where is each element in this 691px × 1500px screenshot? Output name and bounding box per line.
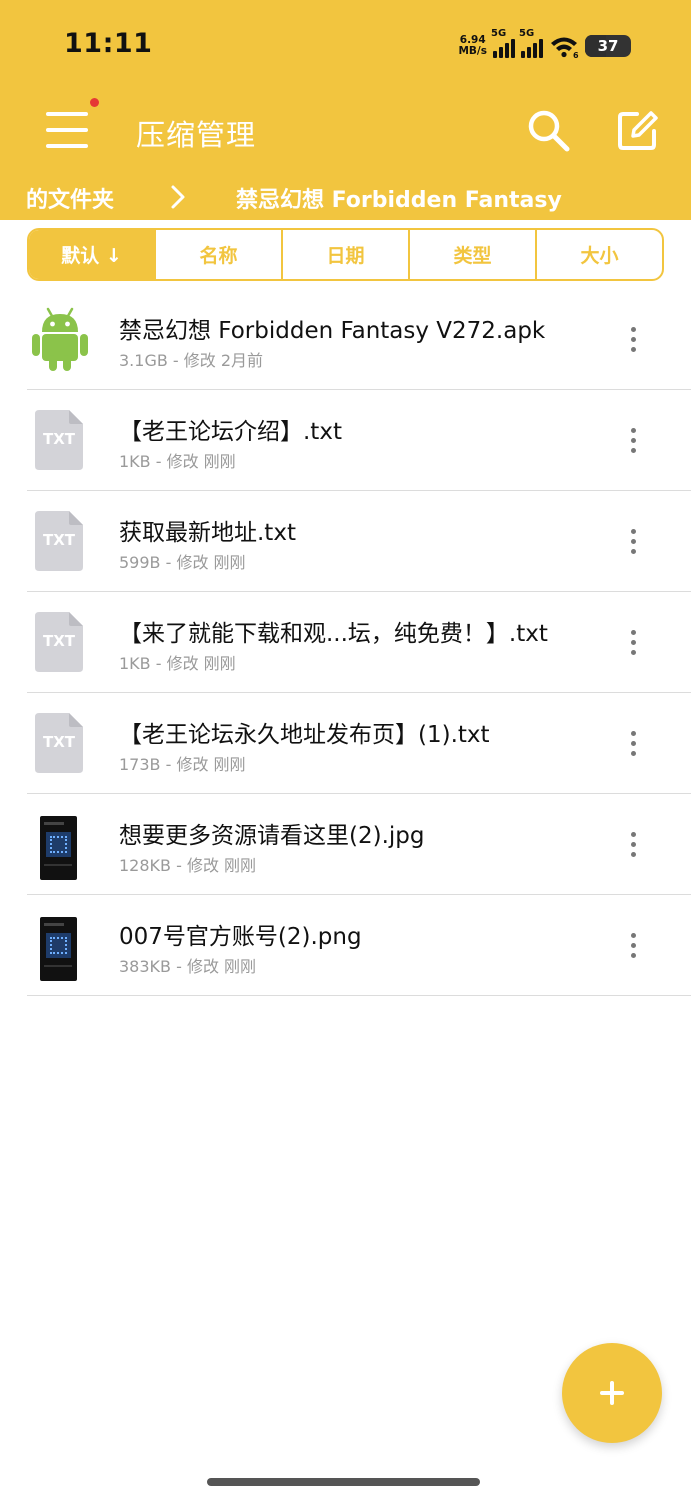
signal-icon-2: 5G	[519, 28, 543, 58]
signal-icon-1: 5G	[491, 28, 515, 58]
sort-tabs: 默认 ↓ 名称 日期 类型 大小	[27, 228, 664, 281]
signal-2-label: 5G	[519, 28, 535, 39]
add-button[interactable]	[562, 1343, 662, 1443]
list-item[interactable]: 禁忌幻想 Forbidden Fantasy V272.apk 3.1GB - …	[27, 289, 691, 390]
list-item[interactable]: TXT 【老王论坛介绍】.txt 1KB - 修改 刚刚	[27, 390, 691, 491]
more-options-icon[interactable]	[619, 729, 647, 759]
more-options-icon[interactable]	[619, 426, 647, 456]
signal-1-label: 5G	[491, 28, 507, 39]
file-name: 【来了就能下载和观...坛，纯免费！】.txt	[119, 621, 548, 647]
android-icon	[32, 307, 88, 371]
file-name: 【老王论坛永久地址发布页】(1).txt	[119, 722, 490, 748]
image-thumbnail	[27, 909, 93, 981]
file-meta: 599B - 修改 刚刚	[119, 553, 246, 572]
edit-icon[interactable]	[613, 106, 661, 154]
menu-button[interactable]	[40, 98, 99, 158]
file-meta: 383KB - 修改 刚刚	[119, 957, 257, 976]
txt-file-icon: TXT	[27, 404, 93, 474]
list-item[interactable]: TXT 获取最新地址.txt 599B - 修改 刚刚	[27, 491, 691, 592]
sort-tab-default[interactable]: 默认 ↓	[29, 230, 154, 279]
notification-dot	[90, 98, 99, 107]
home-indicator[interactable]	[207, 1478, 480, 1486]
breadcrumb-current[interactable]: 禁忌幻想 Forbidden Fantasy	[236, 182, 562, 214]
file-name: 想要更多资源请看这里(2).jpg	[119, 823, 425, 849]
image-thumbnail	[27, 808, 93, 880]
list-item[interactable]: 007号官方账号(2).png 383KB - 修改 刚刚	[27, 895, 691, 996]
chevron-right-icon	[171, 185, 185, 209]
file-name: 【老王论坛介绍】.txt	[119, 419, 342, 445]
file-meta: 1KB - 修改 刚刚	[119, 654, 236, 673]
more-options-icon[interactable]	[619, 931, 647, 961]
file-meta: 173B - 修改 刚刚	[119, 755, 246, 774]
breadcrumb: 的文件夹 禁忌幻想 Forbidden Fantasy	[0, 178, 691, 218]
txt-file-icon: TXT	[27, 606, 93, 676]
wifi-badge: 6	[573, 51, 579, 58]
txt-file-icon: TXT	[27, 505, 93, 575]
sort-tab-name[interactable]: 名称	[154, 230, 281, 279]
sort-tab-type[interactable]: 类型	[408, 230, 535, 279]
sort-tab-date[interactable]: 日期	[281, 230, 408, 279]
more-options-icon[interactable]	[619, 628, 647, 658]
wifi-icon: 6	[551, 37, 579, 58]
txt-file-icon: TXT	[27, 707, 93, 777]
txt-label: TXT	[42, 430, 76, 448]
file-name: 禁忌幻想 Forbidden Fantasy V272.apk	[119, 318, 546, 344]
file-list: 禁忌幻想 Forbidden Fantasy V272.apk 3.1GB - …	[0, 289, 691, 996]
network-speed-unit: MB/s	[458, 45, 487, 57]
breadcrumb-parent[interactable]: 的文件夹	[26, 182, 114, 214]
txt-label: TXT	[42, 632, 76, 650]
list-item[interactable]: 想要更多资源请看这里(2).jpg 128KB - 修改 刚刚	[27, 794, 691, 895]
list-item[interactable]: TXT 【老王论坛永久地址发布页】(1).txt 173B - 修改 刚刚	[27, 693, 691, 794]
file-name: 获取最新地址.txt	[119, 520, 296, 546]
page-title: 压缩管理	[136, 118, 257, 152]
battery-icon: 37	[585, 35, 631, 57]
more-options-icon[interactable]	[619, 325, 647, 355]
more-options-icon[interactable]	[619, 830, 647, 860]
file-meta: 3.1GB - 修改 2月前	[119, 351, 264, 370]
status-icons: 6.94 MB/s 5G 5G 6 37	[458, 28, 631, 59]
app-header: 11:11 6.94 MB/s 5G 5G 6 37 压缩管理 的文件夹 禁忌幻…	[0, 0, 691, 220]
battery-level: 37	[597, 37, 619, 55]
search-icon[interactable]	[524, 106, 572, 154]
more-options-icon[interactable]	[619, 527, 647, 557]
txt-label: TXT	[42, 531, 76, 549]
file-meta: 128KB - 修改 刚刚	[119, 856, 257, 875]
sort-tab-size[interactable]: 大小	[535, 230, 662, 279]
network-speed: 6.94 MB/s	[458, 35, 487, 57]
list-item[interactable]: TXT 【来了就能下载和观...坛，纯免费！】.txt 1KB - 修改 刚刚	[27, 592, 691, 693]
file-name: 007号官方账号(2).png	[119, 924, 362, 950]
status-time: 11:11	[64, 28, 153, 59]
file-meta: 1KB - 修改 刚刚	[119, 452, 236, 471]
plus-icon	[610, 1381, 614, 1405]
txt-label: TXT	[42, 733, 76, 751]
